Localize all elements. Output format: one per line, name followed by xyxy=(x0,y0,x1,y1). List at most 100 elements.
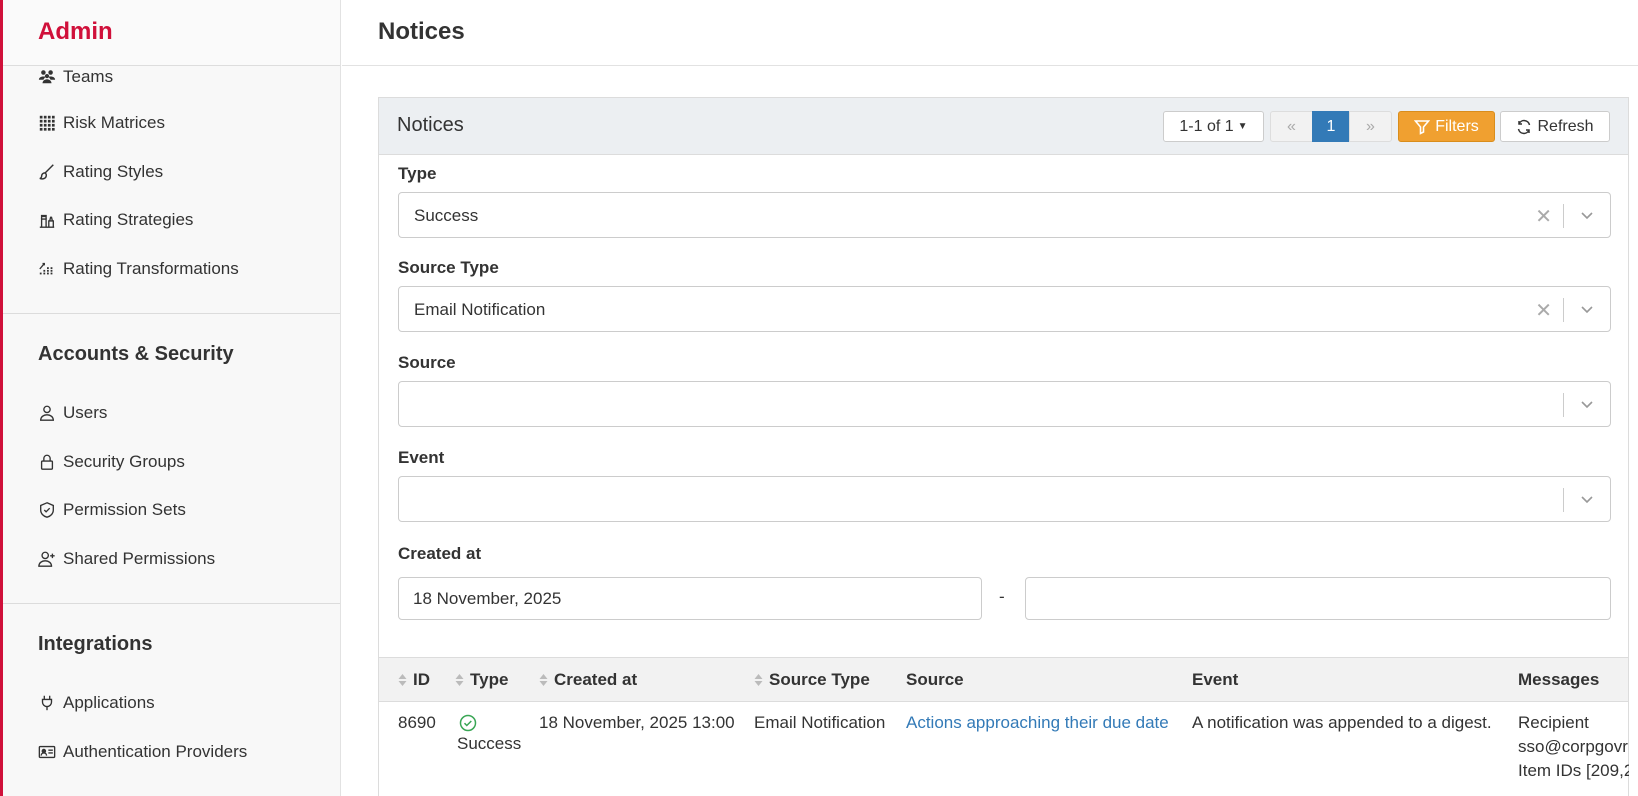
clear-icon[interactable]: ✕ xyxy=(1535,298,1552,323)
sidebar-item-label: Rating Transformations xyxy=(63,259,239,278)
filter-icon xyxy=(1414,119,1431,135)
chess-icon xyxy=(37,210,57,230)
sidebar-item-applications[interactable]: Applications xyxy=(37,690,155,716)
sidebar-item-teams[interactable]: Teams xyxy=(37,64,113,90)
message-line: sso@corpgovr xyxy=(1518,737,1628,756)
refresh-button[interactable]: Refresh xyxy=(1500,111,1610,142)
sidebar-divider xyxy=(3,603,340,604)
event-filter-select[interactable] xyxy=(398,476,1611,522)
pager-range-dropdown[interactable]: 1-1 of 1 ▼ xyxy=(1163,111,1264,142)
chevron-down-icon[interactable] xyxy=(1578,490,1596,508)
lock-icon xyxy=(37,452,57,472)
id-card-icon xyxy=(37,742,57,762)
sidebar-item-shared-permissions[interactable]: Shared Permissions xyxy=(37,546,215,572)
column-header-event: Event xyxy=(1192,670,1239,689)
sidebar-item-label: Authentication Providers xyxy=(63,742,248,761)
event-filter-label: Event xyxy=(398,448,445,467)
page-title: Notices xyxy=(378,18,465,45)
next-page-button[interactable]: » xyxy=(1349,111,1392,142)
source-link[interactable]: Actions approaching their due date xyxy=(906,713,1169,732)
message-line: Recipient xyxy=(1518,713,1589,732)
brand-title[interactable]: Admin xyxy=(38,18,113,46)
sidebar-item-label: Shared Permissions xyxy=(63,549,216,568)
shield-icon xyxy=(37,500,57,520)
notices-panel: Notices 1-1 of 1 ▼ « 1 » Filters Refresh… xyxy=(378,97,1629,796)
grid-icon xyxy=(37,113,57,133)
sidebar-item-label: Security Groups xyxy=(63,452,185,471)
select-separator xyxy=(1563,204,1564,228)
sidebar-item-label: Applications xyxy=(63,693,155,712)
sidebar-item-permission-sets[interactable]: Permission Sets xyxy=(37,497,186,523)
sidebar-item-label: Rating Strategies xyxy=(63,210,194,229)
user-icon xyxy=(37,403,57,423)
clear-icon[interactable]: ✕ xyxy=(1535,204,1552,229)
column-label: Created at xyxy=(554,670,638,689)
source-type-filter-select[interactable]: Email Notification ✕ xyxy=(398,286,1611,332)
cell-type-label: Success xyxy=(457,734,522,753)
source-filter-select[interactable] xyxy=(398,381,1611,427)
select-separator xyxy=(1563,298,1564,322)
sidebar-item-label: Permission Sets xyxy=(63,500,186,519)
teams-icon xyxy=(37,67,57,87)
sidebar-item-label: Users xyxy=(63,403,108,422)
source-type-filter-value: Email Notification xyxy=(414,300,546,319)
chevron-down-icon[interactable] xyxy=(1578,206,1596,224)
section-heading-integrations: Integrations xyxy=(38,633,153,655)
chevron-down-icon[interactable] xyxy=(1578,395,1596,413)
sidebar-item-label: Risk Matrices xyxy=(63,113,166,132)
column-label: Type xyxy=(470,670,509,689)
created-at-filter-label: Created at xyxy=(398,544,482,563)
source-type-filter-label: Source Type xyxy=(398,258,499,277)
sidebar-item-risk-matrices[interactable]: Risk Matrices xyxy=(37,110,165,136)
caret-down-icon: ▼ xyxy=(1237,121,1248,132)
sidebar-item-security-groups[interactable]: Security Groups xyxy=(37,449,185,475)
column-header-created-at[interactable]: Created at xyxy=(539,670,637,690)
date-range-separator: - xyxy=(999,587,1005,606)
sidebar-item-users[interactable]: Users xyxy=(37,400,107,426)
cell-type: Success xyxy=(457,711,521,756)
current-page-button[interactable]: 1 xyxy=(1312,111,1350,142)
sort-icon xyxy=(539,673,548,687)
plug-icon xyxy=(37,693,57,713)
cell-messages: Recipient sso@corpgovr Item IDs [209,2 xyxy=(1518,711,1629,783)
created-from-input[interactable]: 18 November, 2025 xyxy=(398,577,982,620)
refresh-label: Refresh xyxy=(1537,117,1594,135)
user-plus-icon xyxy=(37,549,57,569)
cell-source-type: Email Notification xyxy=(754,713,886,732)
column-header-type[interactable]: Type xyxy=(455,670,508,690)
filters-button[interactable]: Filters xyxy=(1398,111,1495,142)
source-filter-label: Source xyxy=(398,353,456,372)
sidebar-item-rating-transformations[interactable]: Rating Transformations xyxy=(37,256,239,282)
cell-created-at: 18 November, 2025 13:00 xyxy=(539,713,735,732)
type-filter-label: Type xyxy=(398,164,437,183)
sort-icon xyxy=(455,673,464,687)
panel-header: Notices 1-1 of 1 ▼ « 1 » Filters Refresh xyxy=(379,98,1628,155)
sidebar-divider xyxy=(3,313,340,314)
sort-icon xyxy=(398,673,407,687)
column-header-id[interactable]: ID xyxy=(398,670,430,690)
cell-id: 8690 xyxy=(398,713,436,732)
refresh-icon xyxy=(1518,119,1531,134)
type-filter-select[interactable]: Success ✕ xyxy=(398,192,1611,238)
column-header-source: Source xyxy=(906,670,964,689)
sidebar-item-rating-strategies[interactable]: Rating Strategies xyxy=(37,207,193,233)
sidebar-item-rating-styles[interactable]: Rating Styles xyxy=(37,159,163,185)
cell-event: A notification was appended to a digest. xyxy=(1192,713,1492,732)
sidebar-item-label: Rating Styles xyxy=(63,162,164,181)
check-circle-icon xyxy=(459,714,477,732)
cell-source: Actions approaching their due date xyxy=(906,711,1169,735)
panel-title: Notices xyxy=(397,114,464,136)
sidebar-item-authentication-providers[interactable]: Authentication Providers xyxy=(37,739,247,765)
sidebar-item-label: Teams xyxy=(63,67,114,86)
created-to-input[interactable] xyxy=(1025,577,1611,620)
select-separator xyxy=(1563,393,1564,417)
sidebar: Admin Teams Risk Matrices Rating Styles … xyxy=(3,0,341,796)
sidebar-brand: Admin xyxy=(3,0,340,66)
select-separator xyxy=(1563,488,1564,512)
column-header-source-type[interactable]: Source Type xyxy=(754,670,870,690)
column-label: ID xyxy=(413,670,430,689)
chevron-down-icon[interactable] xyxy=(1578,300,1596,318)
transform-icon xyxy=(37,259,57,279)
table-header: ID Type Created at Source Type Source Ev… xyxy=(379,657,1628,702)
prev-page-button[interactable]: « xyxy=(1270,111,1313,142)
